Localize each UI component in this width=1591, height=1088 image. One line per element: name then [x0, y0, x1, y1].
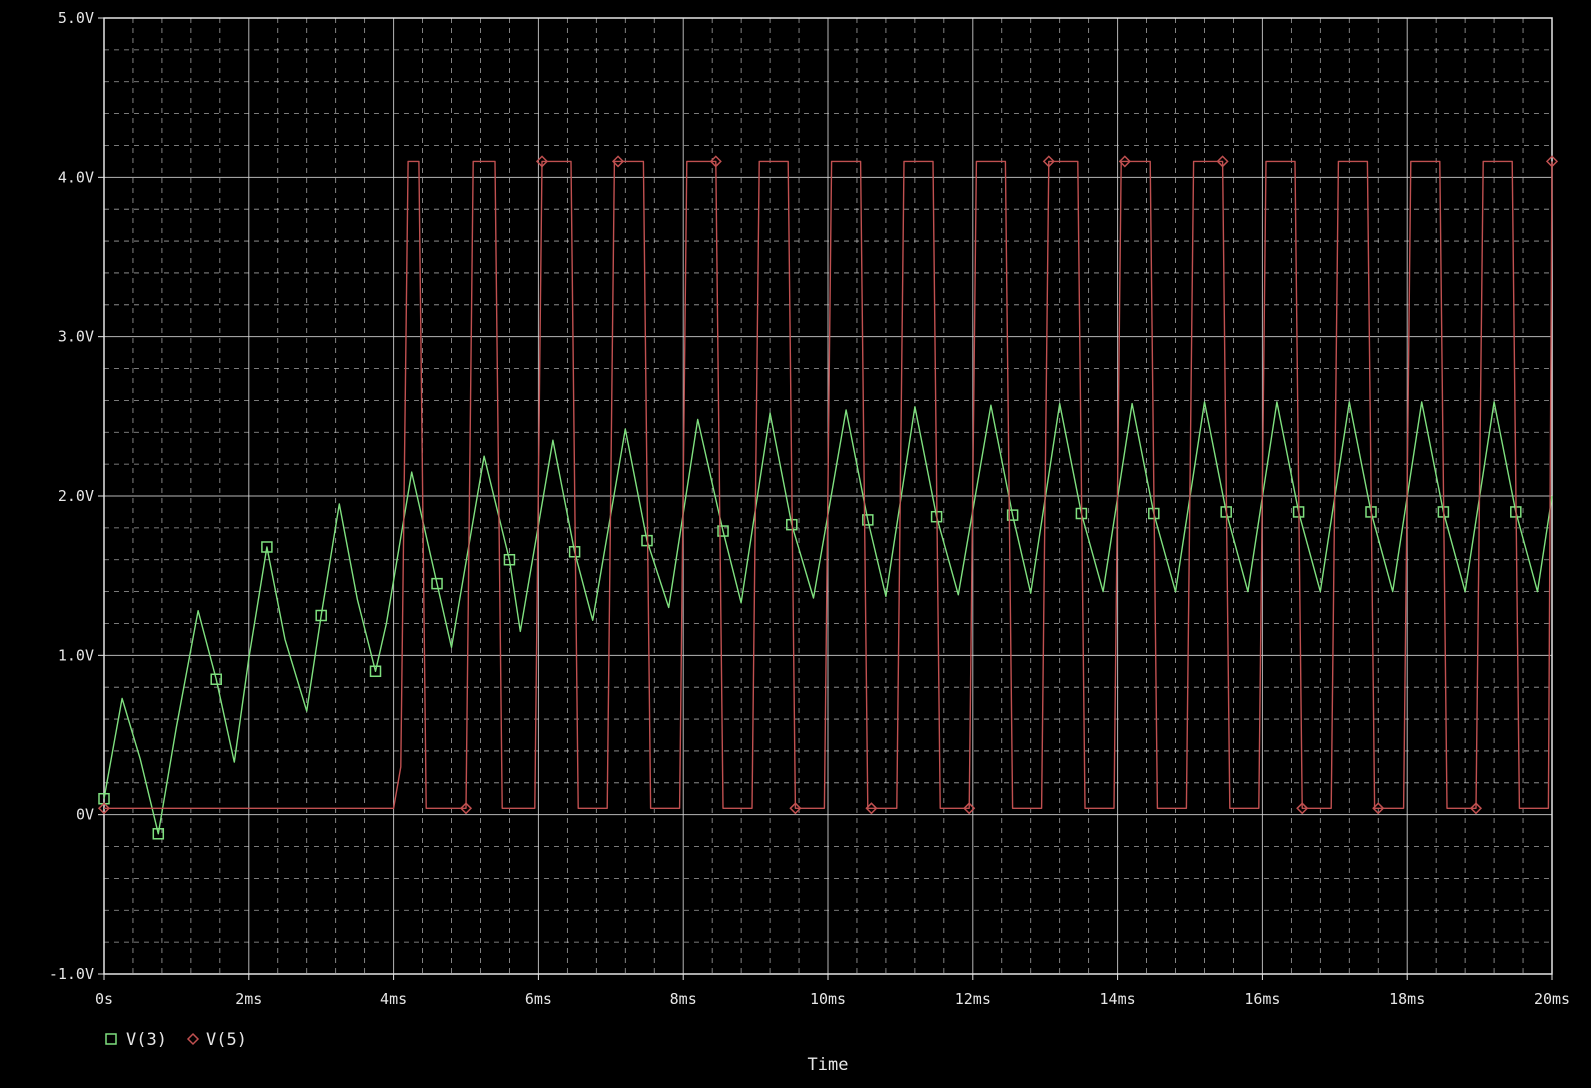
legend-v5-label: V(5) — [206, 1030, 247, 1050]
x-tick-label: 14ms — [1100, 990, 1136, 1008]
y-tick-label: -1.0V — [49, 965, 94, 983]
legend-v3-label: V(3) — [126, 1030, 167, 1050]
x-tick-label: 2ms — [235, 990, 262, 1008]
x-tick-label: 12ms — [955, 990, 991, 1008]
y-tick-label: 0V — [76, 806, 94, 824]
x-tick-label: 10ms — [810, 990, 846, 1008]
y-tick-label: 1.0V — [58, 646, 94, 664]
transient-plot: 0s 2ms 4ms 6ms 8ms 10ms 12ms 14ms 16ms 18ms 20ms 5.… — [0, 0, 1591, 1088]
y-tick-label: 5.0V — [58, 9, 94, 27]
x-tick-label: 8ms — [670, 990, 697, 1008]
x-axis-label: Time — [808, 1055, 849, 1075]
x-tick-label: 20ms — [1534, 990, 1570, 1008]
x-tick-label: 16ms — [1244, 990, 1280, 1008]
plot-background — [0, 0, 1591, 1088]
x-tick-label: 18ms — [1389, 990, 1425, 1008]
y-tick-label: 2.0V — [58, 487, 94, 505]
x-tick-label: 0s — [95, 990, 113, 1008]
y-tick-label: 4.0V — [58, 168, 94, 186]
x-tick-label: 6ms — [525, 990, 552, 1008]
y-tick-label: 3.0V — [58, 328, 94, 346]
x-tick-label: 4ms — [380, 990, 407, 1008]
